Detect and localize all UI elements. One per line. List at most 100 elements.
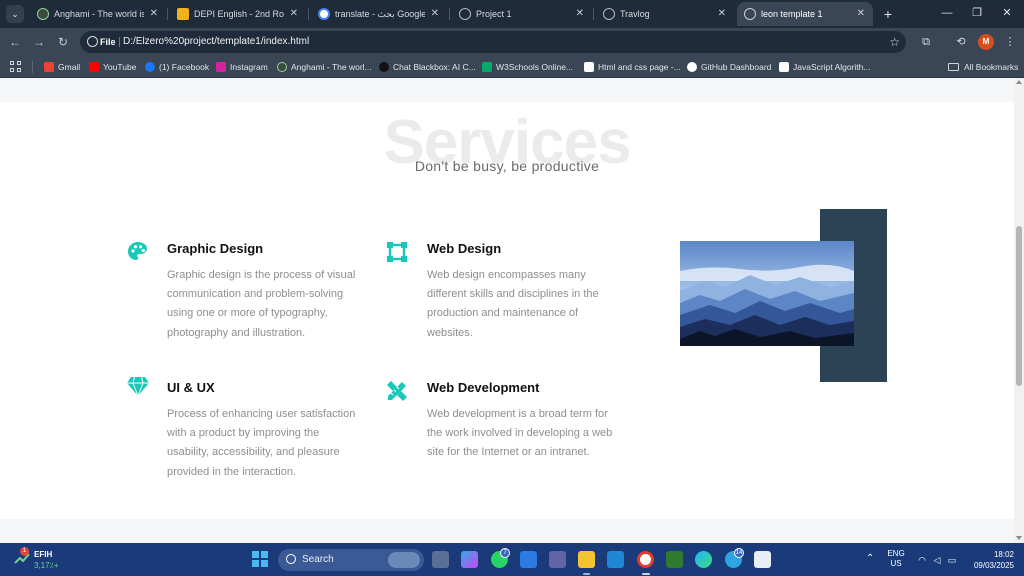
reload-icon: ↻ <box>57 35 69 49</box>
browser-toolbar: ← → ↻ File D:/Elzero%20project/template1… <box>0 28 1024 56</box>
vscode-icon[interactable] <box>607 551 624 568</box>
tab-title: leon template 1 <box>761 9 823 19</box>
app-running-indicator <box>583 573 590 575</box>
teams-icon[interactable] <box>549 551 566 568</box>
address-url[interactable]: D:/Elzero%20project/template1/index.html <box>123 31 309 53</box>
close-icon[interactable]: ✕ <box>290 2 298 26</box>
apps-grid-icon[interactable] <box>10 61 22 73</box>
profile-avatar[interactable]: M <box>978 34 994 50</box>
tab-anghami[interactable]: Anghami - The world is lis ✕ <box>30 2 166 26</box>
facebook-icon <box>145 62 155 72</box>
edge-icon[interactable] <box>695 551 712 568</box>
tab-google-translate[interactable]: translate - بحث Google ✕ <box>311 2 447 26</box>
code-page-icon <box>584 62 594 72</box>
tab-search-button[interactable]: ⌄ <box>6 5 24 23</box>
arrow-left-icon: ← <box>9 35 21 49</box>
globe-icon <box>744 8 756 20</box>
close-icon[interactable]: ✕ <box>718 2 726 26</box>
task-view-icon[interactable] <box>432 551 449 568</box>
tab-project-1[interactable]: Project 1 ✕ <box>452 2 592 26</box>
photos-icon[interactable] <box>520 551 537 568</box>
battery-icon[interactable]: ▭ <box>946 554 958 566</box>
forward-button[interactable]: → <box>30 33 48 51</box>
extensions-icon[interactable]: ⧉ <box>918 34 934 50</box>
scheme-label: File <box>100 37 116 47</box>
pencil-ruler-icon <box>385 379 409 403</box>
tab-depi-english[interactable]: DEPI English - 2nd Round ✕ <box>170 2 306 26</box>
close-icon[interactable]: ✕ <box>150 2 158 26</box>
close-icon[interactable]: ✕ <box>576 2 584 26</box>
search-label: Search <box>302 554 334 565</box>
file-explorer-icon[interactable] <box>578 551 595 568</box>
globe-icon <box>603 8 615 20</box>
palette-icon <box>126 240 150 264</box>
folder-icon <box>948 63 959 71</box>
next-section-edge <box>0 519 1014 543</box>
copilot-icon[interactable] <box>461 551 478 568</box>
taskbar-search[interactable]: Search <box>278 549 424 571</box>
new-tab-button[interactable]: + <box>880 4 896 24</box>
back-button[interactable]: ← <box>6 33 24 51</box>
service-title: Web Design <box>427 241 502 256</box>
windows-start-button[interactable] <box>252 551 268 567</box>
scroll-up-arrow-icon[interactable] <box>1016 80 1022 84</box>
tab-separator <box>449 8 450 20</box>
scroll-down-arrow-icon[interactable] <box>1016 536 1022 540</box>
youtube-icon <box>89 62 99 72</box>
page-scrollbar[interactable] <box>1014 78 1024 543</box>
close-icon[interactable]: ✕ <box>857 2 865 26</box>
w3schools-icon <box>482 62 492 72</box>
chrome-icon[interactable] <box>637 551 654 568</box>
service-title: UI & UX <box>167 380 215 395</box>
input-language[interactable]: ENG US <box>885 549 907 569</box>
restore-button[interactable]: ❐ <box>962 2 992 24</box>
tab-separator <box>593 8 594 20</box>
lambda-app-icon[interactable] <box>666 551 683 568</box>
service-description: Process of enhancing user satisfaction w… <box>167 408 356 478</box>
section-subtitle: Don't be busy, be productive <box>414 158 600 174</box>
volume-icon[interactable]: ◁ <box>931 554 943 566</box>
chevron-up-icon[interactable]: ⌃ <box>866 553 874 564</box>
tab-leon-template[interactable]: leon template 1 ✕ <box>737 2 873 26</box>
stock-widget[interactable]: 1 EFIH 3,17٪+ <box>14 547 74 572</box>
microsoft-store-icon[interactable] <box>754 551 771 568</box>
gmail-icon <box>44 62 54 72</box>
bookmark-separator <box>32 61 33 73</box>
more-menu-icon[interactable]: ⋮ <box>1002 34 1018 50</box>
service-description: Graphic design is the process of visual … <box>167 269 356 339</box>
tab-title: Anghami - The world is lis <box>54 9 144 19</box>
stock-name: EFIH <box>34 550 53 559</box>
bookmark-star-icon[interactable]: ☆ <box>889 31 900 53</box>
service-description: Web development is a broad term for the … <box>427 408 613 459</box>
tab-travlog[interactable]: Travlog ✕ <box>596 2 734 26</box>
stock-change: 3,17٪+ <box>34 561 59 570</box>
notification-badge: 1 <box>20 547 29 556</box>
close-icon[interactable]: ✕ <box>431 2 439 26</box>
bezier-square-icon <box>385 240 409 264</box>
info-icon[interactable] <box>87 36 98 47</box>
anghami-icon <box>277 62 287 72</box>
tab-title: DEPI English - 2nd Round <box>194 9 284 19</box>
close-window-button[interactable]: ✕ <box>992 2 1022 24</box>
tab-title: Project 1 <box>476 9 512 19</box>
service-description: Web design encompasses many different sk… <box>427 269 599 339</box>
tab-title: translate - بحث Google <box>335 9 425 19</box>
service-title: Graphic Design <box>167 241 264 256</box>
github-icon <box>687 62 697 72</box>
address-divider <box>119 37 120 47</box>
sync-icon[interactable]: ⟲ <box>953 34 969 50</box>
clock-date: 09/03/2025 <box>973 561 1014 570</box>
service-title: Web Development <box>427 380 540 395</box>
minimize-button[interactable]: — <box>932 2 962 24</box>
drive-icon <box>177 8 189 20</box>
page-viewport: Services Don't be busy, be productive Gr… <box>0 78 1014 543</box>
system-clock[interactable]: 18:02 09/03/2025 <box>962 549 1014 571</box>
reload-button[interactable]: ↻ <box>54 33 72 51</box>
tab-separator <box>167 8 168 20</box>
scrollbar-thumb[interactable] <box>1016 226 1022 386</box>
wifi-icon[interactable]: ◠ <box>916 554 928 566</box>
instagram-icon <box>216 62 226 72</box>
globe-icon <box>459 8 471 20</box>
address-bar[interactable]: File D:/Elzero%20project/template1/index… <box>80 31 906 53</box>
app-active-indicator <box>642 573 650 575</box>
